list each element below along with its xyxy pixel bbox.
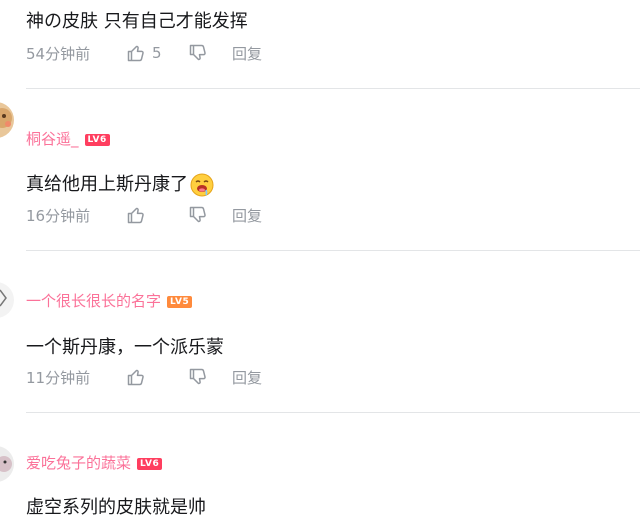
username[interactable]: 一个很长很长的名字 LV5 [26,290,193,311]
comment-text-wrap: 真给他用上斯丹康了 [26,170,214,197]
thumbs-down-icon [188,43,208,63]
thumbs-down-icon [188,205,208,225]
drooling-face-emoji-icon [190,173,214,197]
username[interactable]: 爱吃兔子的蔬菜 LV6 [26,452,163,473]
dislike-button[interactable] [188,43,232,63]
comment-text: 一个斯丹康，一个派乐蒙 [26,337,224,358]
divider [26,250,640,251]
divider [26,88,640,89]
username-text[interactable]: 爱吃兔子的蔬菜 [26,454,131,472]
thumbs-up-icon [126,205,146,225]
comment-text: 虚空系列的皮肤就是帅 [26,497,206,518]
avatar[interactable] [0,282,14,318]
comment-text: 神の皮肤 只有自己才能发挥 [26,11,248,32]
comment-time: 54分钟前 [26,44,91,63]
comment-meta: 11分钟前 回复 [26,366,262,388]
username[interactable]: 桐谷遥_ LV6 [26,128,110,149]
comment-time: 16分钟前 [26,206,91,225]
avatar[interactable] [0,446,14,482]
like-count: 5 [152,44,162,62]
username-text[interactable]: 桐谷遥_ [26,130,79,148]
dislike-button[interactable] [188,205,232,225]
like-button[interactable]: 5 [126,43,188,63]
thumbs-up-icon [126,367,146,387]
thumbs-down-icon [188,367,208,387]
like-button[interactable] [126,205,188,225]
level-badge: LV6 [84,133,110,146]
level-badge: LV5 [167,295,193,308]
comment-time: 11分钟前 [26,368,91,387]
comment-meta: 16分钟前 回复 [26,204,262,226]
level-badge: LV6 [137,457,163,470]
thumbs-up-icon [126,43,146,63]
reply-button[interactable]: 回复 [232,205,262,226]
like-button[interactable] [126,367,188,387]
divider [26,412,640,413]
reply-button[interactable]: 回复 [232,43,262,64]
avatar[interactable] [0,102,14,138]
comment-text: 真给他用上斯丹康了 [26,174,188,195]
reply-button[interactable]: 回复 [232,367,262,388]
dislike-button[interactable] [188,367,232,387]
username-text[interactable]: 一个很长很长的名字 [26,292,161,310]
comment-meta: 54分钟前 5 回复 [26,42,262,64]
